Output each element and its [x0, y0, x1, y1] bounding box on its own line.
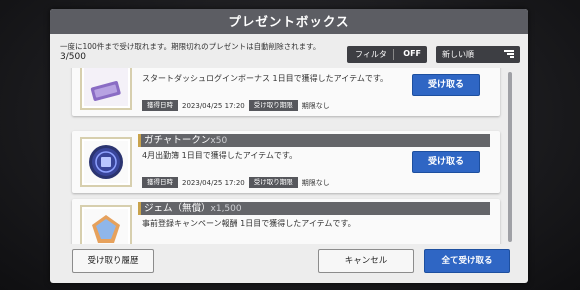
dialog-title: プレゼントボックス	[50, 9, 528, 34]
expiry-tag: 受け取り期限	[248, 100, 298, 111]
notice-text: 一度に100件まで受け取れます。期限切れのプレゼントは自動削除されます。	[60, 42, 321, 51]
receive-button[interactable]: 受け取る	[412, 151, 480, 173]
sort-descending-icon	[504, 50, 514, 59]
name-accent	[138, 134, 141, 147]
receive-history-button[interactable]: 受け取り履歴	[72, 249, 154, 273]
gacha-token-icon	[80, 137, 132, 187]
item-name-bar: ガチャトークンx50	[138, 134, 490, 147]
filter-label: フィルタ	[355, 50, 387, 59]
item-description: 4月出勤簿 1日目で獲得したアイテムです。	[142, 151, 298, 160]
item-description: 事前登録キャンペーン報酬 1日目で獲得したアイテムです。	[142, 219, 356, 228]
list-item: ジェム（無償）x1,500 事前登録キャンペーン報酬 1日目で獲得したアイテムで…	[72, 199, 500, 244]
acquired-date: 2023/04/25 17:20	[182, 178, 245, 187]
gem-icon	[80, 205, 132, 244]
item-meta: 獲得日時 2023/04/25 17:20 受け取り期限 期限なし	[142, 177, 334, 189]
item-count: 3/500	[60, 52, 86, 62]
list-item: ガチャトークンx50 4月出勤簿 1日目で獲得したアイテムです。 獲得日時 202…	[72, 131, 500, 193]
item-name: ジェム（無償）	[144, 203, 211, 214]
sort-dropdown[interactable]: 新しい順	[436, 46, 520, 63]
expiry-value: 期限なし	[301, 178, 330, 187]
receive-all-button[interactable]: 全て受け取る	[424, 249, 510, 273]
filter-value: OFF	[403, 49, 421, 58]
list-item: スタートダッシュログインボーナス 1日目で獲得したアイテムです。 獲得日時 202…	[72, 68, 500, 116]
present-list[interactable]: スタートダッシュログインボーナス 1日目で獲得したアイテムです。 獲得日時 202…	[60, 68, 506, 244]
item-name-bar: ジェム（無償）x1,500	[138, 202, 490, 215]
item-meta: 獲得日時 2023/04/25 17:20 受け取り期限 期限なし	[142, 100, 334, 112]
acquired-tag: 獲得日時	[142, 100, 178, 111]
item-description: スタートダッシュログインボーナス 1日目で獲得したアイテムです。	[142, 74, 389, 83]
item-quantity: x1,500	[210, 204, 242, 214]
cancel-button[interactable]: キャンセル	[318, 249, 414, 273]
item-name: ガチャトークン	[144, 135, 211, 146]
ticket-icon	[80, 68, 132, 110]
acquired-tag: 獲得日時	[142, 177, 178, 188]
name-accent	[138, 202, 141, 215]
filter-toggle[interactable]: フィルタ OFF	[347, 46, 427, 63]
filter-divider	[393, 49, 394, 60]
expiry-value: 期限なし	[301, 101, 330, 110]
sort-label: 新しい順	[442, 50, 474, 59]
expiry-tag: 受け取り期限	[248, 177, 298, 188]
receive-button[interactable]: 受け取る	[412, 74, 480, 96]
item-quantity: x50	[210, 136, 228, 146]
acquired-date: 2023/04/25 17:20	[182, 101, 245, 110]
present-box-dialog: プレゼントボックス 一度に100件まで受け取れます。期限切れのプレゼントは自動削…	[50, 9, 528, 283]
list-scrollbar[interactable]	[508, 72, 512, 242]
